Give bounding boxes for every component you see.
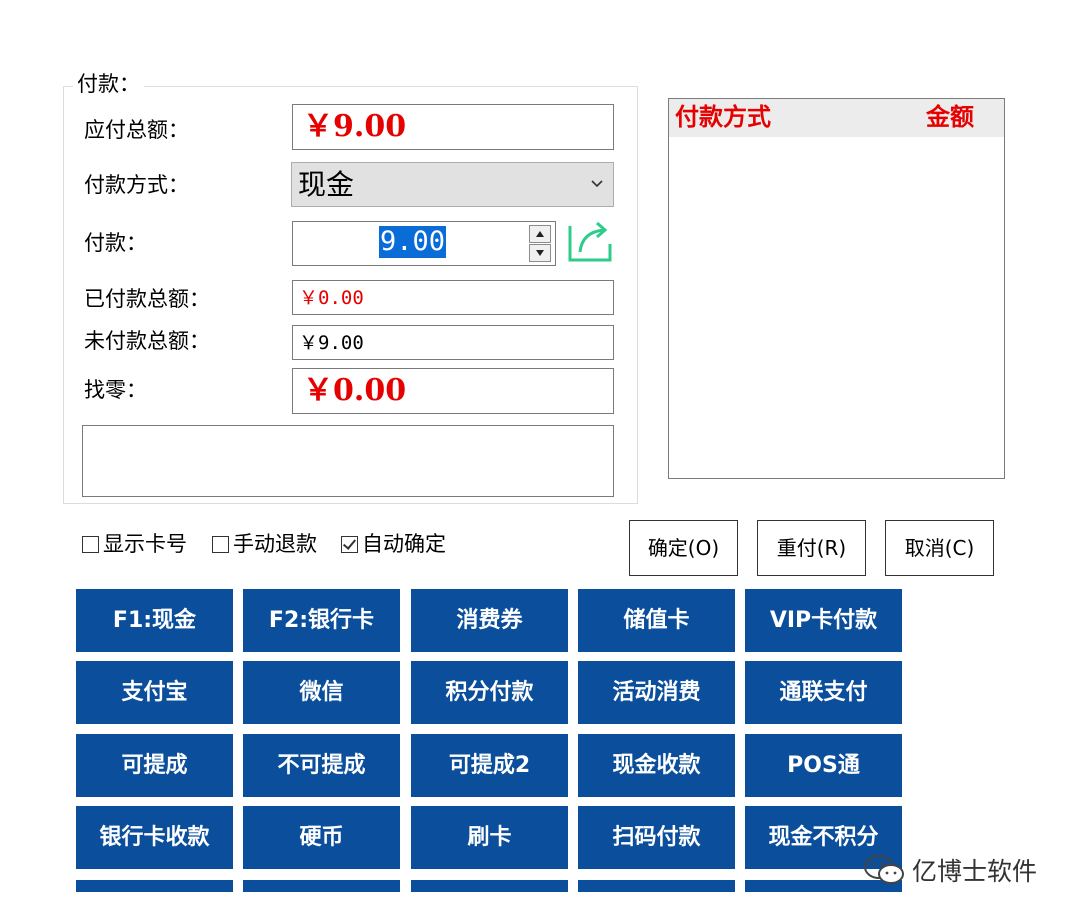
spinner-buttons [529, 225, 551, 262]
column-header-method: 付款方式 [675, 103, 771, 131]
confirm-button[interactable]: 确定(O) [629, 520, 738, 576]
change-label: 找零： [84, 378, 147, 402]
checkbox-box[interactable] [82, 535, 99, 553]
payment-tile-button[interactable]: 支付宝 [76, 661, 233, 724]
checkbox-box[interactable] [212, 535, 229, 553]
payment-tile-button[interactable]: F1:现金 [76, 589, 233, 652]
checkbox-label: 手动退款 [233, 532, 317, 556]
payment-group-title: 付款： [73, 70, 144, 98]
payment-tile-button[interactable]: 通联支付 [745, 661, 902, 724]
tile-partial[interactable] [578, 880, 735, 892]
payment-list-header: 付款方式 金额 [669, 99, 1004, 137]
paid-total-value: ￥0.00 [299, 287, 364, 309]
pay-amount-spinner[interactable]: 9.00 [292, 221, 556, 266]
column-header-amount: 金额 [926, 103, 974, 131]
tile-partial[interactable] [243, 880, 400, 892]
payment-tile-button[interactable]: 储值卡 [578, 589, 735, 652]
total-due-label: 应付总额： [84, 118, 189, 142]
unpaid-total-field: ￥9.00 [292, 325, 614, 360]
paid-total-field: ￥0.00 [292, 280, 614, 315]
manual-refund-checkbox[interactable]: 手动退款 [212, 529, 317, 559]
cancel-button[interactable]: 取消(C) [885, 520, 994, 576]
watermark-text: 亿博士软件 [912, 857, 1038, 886]
total-due-value: ￥9.00 [303, 109, 407, 144]
watermark: 亿博士软件 [862, 850, 1062, 890]
spin-up-button[interactable] [529, 225, 551, 243]
payment-tile-button[interactable]: 现金收款 [578, 734, 735, 797]
payment-tile-button[interactable]: 刷卡 [411, 806, 568, 869]
spin-down-button[interactable] [529, 244, 551, 262]
auto-confirm-checkbox[interactable]: 自动确定 [341, 529, 446, 559]
apply-payment-button[interactable] [566, 214, 614, 264]
payment-tile-button[interactable]: 消费券 [411, 589, 568, 652]
change-field: ￥0.00 [292, 368, 614, 414]
note-textarea[interactable] [82, 425, 614, 497]
change-value: ￥0.00 [303, 373, 407, 408]
triangle-down-icon [536, 250, 544, 256]
tile-partial[interactable] [411, 880, 568, 892]
chevron-down-icon [591, 180, 603, 188]
payment-tile-button[interactable]: POS通 [745, 734, 902, 797]
checkbox-label: 显示卡号 [103, 532, 187, 556]
share-arrow-icon [568, 221, 612, 262]
payment-tile-button[interactable]: 不可提成 [243, 734, 400, 797]
paid-total-label: 已付款总额： [84, 287, 210, 311]
payment-tile-button[interactable]: 可提成 [76, 734, 233, 797]
tile-partial[interactable] [76, 880, 233, 892]
payment-tile-button[interactable]: 微信 [243, 661, 400, 724]
triangle-up-icon [536, 231, 544, 237]
pay-amount-label: 付款： [84, 231, 147, 255]
payment-tile-button[interactable]: 硬币 [243, 806, 400, 869]
unpaid-total-value: ￥9.00 [299, 332, 364, 354]
payment-tile-button[interactable]: 可提成2 [411, 734, 568, 797]
repay-button[interactable]: 重付(R) [757, 520, 866, 576]
payment-list[interactable]: 付款方式 金额 [668, 98, 1005, 479]
payment-tile-button[interactable]: VIP卡付款 [745, 589, 902, 652]
payment-tile-button[interactable]: 积分付款 [411, 661, 568, 724]
payment-tile-button[interactable]: 银行卡收款 [76, 806, 233, 869]
checkbox-box[interactable] [341, 535, 358, 553]
checkbox-label: 自动确定 [362, 532, 446, 556]
payment-method-value: 现金 [298, 168, 355, 201]
payment-tile-button[interactable]: 扫码付款 [578, 806, 735, 869]
show-card-number-checkbox[interactable]: 显示卡号 [82, 529, 187, 559]
payment-tile-button[interactable]: F2:银行卡 [243, 589, 400, 652]
unpaid-total-label: 未付款总额： [84, 329, 210, 353]
total-due-field: ￥9.00 [292, 104, 614, 150]
payment-method-select[interactable]: 现金 [291, 162, 614, 207]
payment-method-label: 付款方式： [84, 173, 189, 197]
payment-tile-button[interactable]: 活动消费 [578, 661, 735, 724]
pay-amount-value[interactable]: 9.00 [379, 226, 447, 258]
wechat-icon [864, 855, 904, 884]
